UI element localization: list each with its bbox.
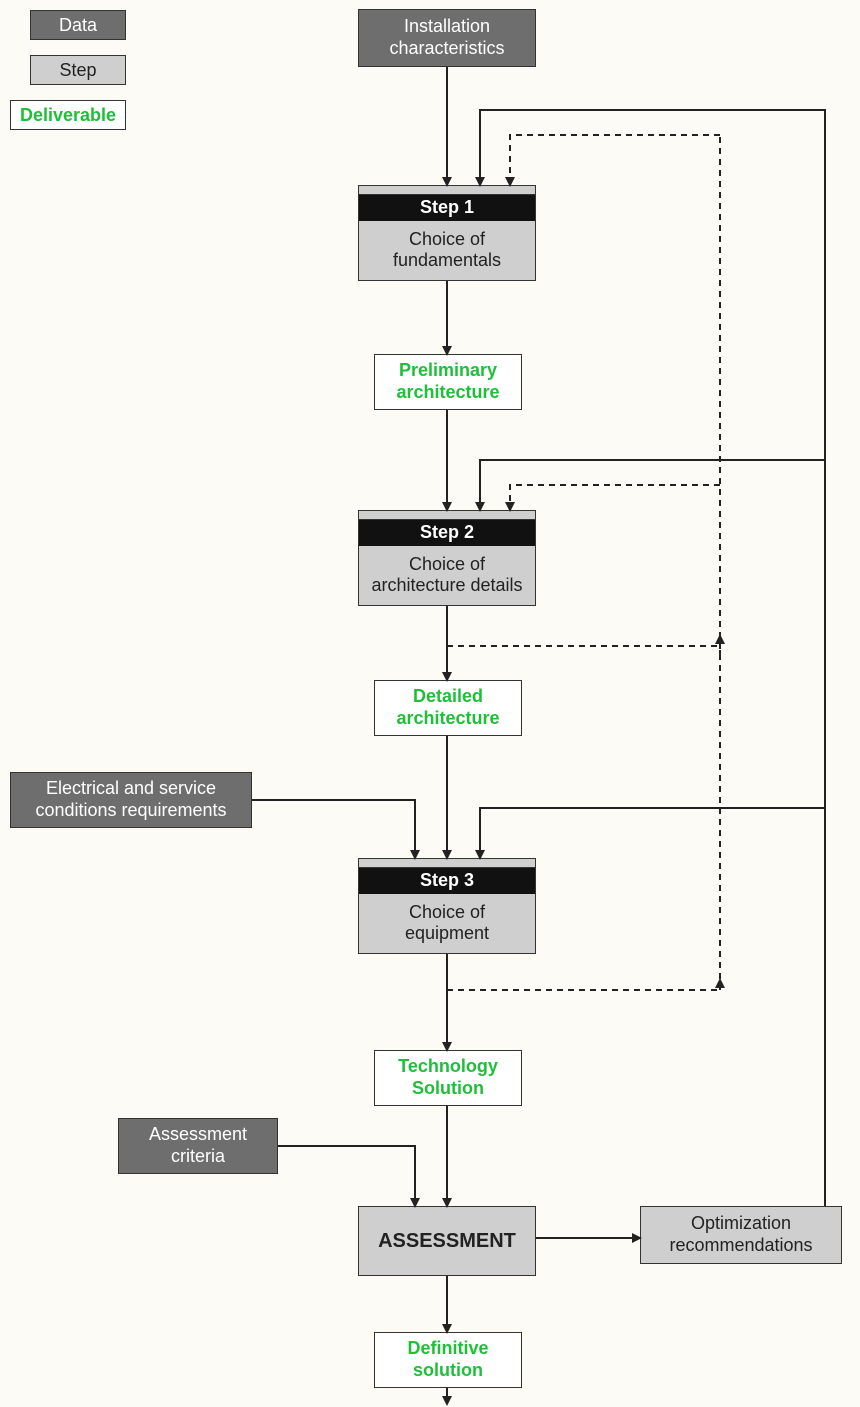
node-elec-reqs: Electrical and serviceconditions require… xyxy=(10,772,252,828)
node-detailed-architecture: Detailedarchitecture xyxy=(374,680,522,736)
step1-title: Step 1 xyxy=(359,195,535,221)
legend-step: Step xyxy=(30,55,126,85)
step2-strip xyxy=(359,511,535,520)
step1-strip xyxy=(359,186,535,195)
diagram-canvas: { "legend": { "data": "Data", "step": "S… xyxy=(0,0,860,1407)
legend-data: Data xyxy=(30,10,126,40)
node-installation-text: Installationcharacteristics xyxy=(389,16,504,59)
step1-body-text: Choice offundamentals xyxy=(393,229,501,272)
node-step3: Step 3 Choice ofequipment xyxy=(358,858,536,954)
node-step2: Step 2 Choice ofarchitecture details xyxy=(358,510,536,606)
step1-body: Choice offundamentals xyxy=(387,221,507,280)
step2-body: Choice ofarchitecture details xyxy=(365,546,528,605)
step3-title: Step 3 xyxy=(359,868,535,894)
elec-reqs-text: Electrical and serviceconditions require… xyxy=(35,778,226,821)
detailed-arch-text: Detailedarchitecture xyxy=(396,686,499,729)
step3-body-text: Choice ofequipment xyxy=(405,902,489,945)
step2-title: Step 2 xyxy=(359,520,535,546)
definitive-text: Definitivesolution xyxy=(407,1338,488,1381)
node-technology-solution: TechnologySolution xyxy=(374,1050,522,1106)
step3-strip xyxy=(359,859,535,868)
node-step1: Step 1 Choice offundamentals xyxy=(358,185,536,281)
node-installation: Installationcharacteristics xyxy=(358,9,536,67)
node-assessment: ASSESSMENT xyxy=(358,1206,536,1276)
node-preliminary-architecture: Preliminaryarchitecture xyxy=(374,354,522,410)
node-definitive-solution: Definitivesolution xyxy=(374,1332,522,1388)
optim-text: Optimizationrecommendations xyxy=(669,1213,812,1256)
legend-deliverable: Deliverable xyxy=(10,100,126,130)
prelim-arch-text: Preliminaryarchitecture xyxy=(396,360,499,403)
step3-body: Choice ofequipment xyxy=(399,894,495,953)
node-assessment-criteria: Assessmentcriteria xyxy=(118,1118,278,1174)
node-optimization: Optimizationrecommendations xyxy=(640,1206,842,1264)
assessment-text: ASSESSMENT xyxy=(378,1229,516,1253)
step2-body-text: Choice ofarchitecture details xyxy=(371,554,522,597)
assess-criteria-text: Assessmentcriteria xyxy=(149,1124,247,1167)
tech-solution-text: TechnologySolution xyxy=(398,1056,498,1099)
